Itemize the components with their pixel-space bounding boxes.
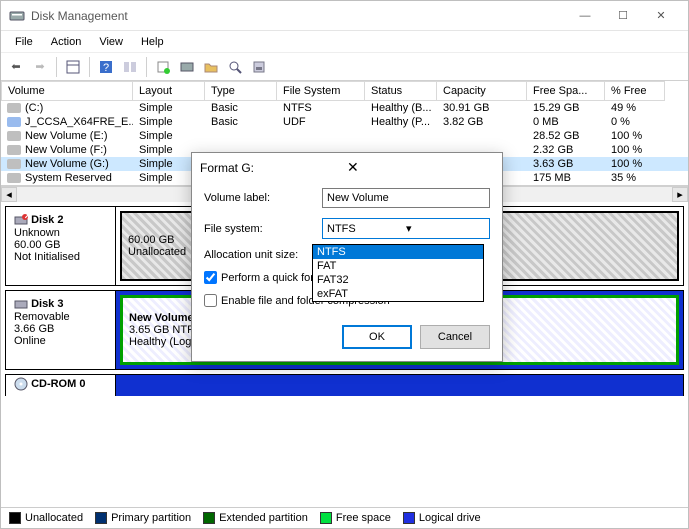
col-fs[interactable]: File System bbox=[277, 81, 365, 101]
minimize-button[interactable]: ― bbox=[566, 2, 604, 30]
disk-label: ✕ Disk 2 Unknown 60.00 GB Not Initialise… bbox=[6, 207, 116, 285]
cdrom-icon bbox=[14, 377, 28, 391]
col-free[interactable]: Free Spa... bbox=[527, 81, 605, 101]
file-system-dropdown: NTFS FAT FAT32 exFAT bbox=[312, 244, 484, 302]
menu-view[interactable]: View bbox=[91, 34, 131, 50]
allocation-unit-label: Allocation unit size: bbox=[204, 249, 314, 261]
col-pct[interactable]: % Free bbox=[605, 81, 665, 101]
disk-error-icon: ✕ bbox=[14, 213, 28, 227]
folder-icon[interactable] bbox=[200, 56, 222, 78]
volume-label-input[interactable] bbox=[322, 188, 490, 208]
toolbar-icon[interactable] bbox=[224, 56, 246, 78]
list-row[interactable]: J_CCSA_X64FRE_E...SimpleBasicUDFHealthy … bbox=[1, 115, 688, 129]
scroll-right-icon[interactable]: ▸ bbox=[672, 187, 688, 202]
toolbar-icon[interactable] bbox=[152, 56, 174, 78]
toolbar: ⬅ ➡ ? bbox=[1, 53, 688, 81]
col-type[interactable]: Type bbox=[205, 81, 277, 101]
volume-label-label: Volume label: bbox=[204, 192, 314, 204]
dropdown-option[interactable]: FAT32 bbox=[313, 273, 483, 287]
toolbar-icon[interactable] bbox=[248, 56, 270, 78]
chevron-down-icon: ▾ bbox=[406, 222, 485, 235]
menu-action[interactable]: Action bbox=[43, 34, 90, 50]
file-system-select[interactable]: NTFS ▾ bbox=[322, 218, 490, 239]
list-row[interactable]: (C:)SimpleBasicNTFSHealthy (B...30.91 GB… bbox=[1, 101, 688, 115]
back-icon[interactable]: ⬅ bbox=[5, 56, 27, 78]
forward-icon[interactable]: ➡ bbox=[29, 56, 51, 78]
svg-text:?: ? bbox=[103, 62, 109, 74]
svg-text:✕: ✕ bbox=[24, 213, 29, 222]
dropdown-option[interactable]: NTFS bbox=[313, 245, 483, 259]
dialog-title: Format G: bbox=[200, 161, 347, 175]
cancel-button[interactable]: Cancel bbox=[420, 325, 490, 349]
disk-row[interactable]: CD-ROM 0 bbox=[5, 374, 684, 396]
scroll-left-icon[interactable]: ◂ bbox=[1, 187, 17, 202]
window-title: Disk Management bbox=[31, 9, 566, 23]
col-volume[interactable]: Volume bbox=[1, 81, 133, 101]
help-icon[interactable]: ? bbox=[95, 56, 117, 78]
file-system-label: File system: bbox=[204, 223, 314, 235]
menu-help[interactable]: Help bbox=[133, 34, 172, 50]
toolbar-icon[interactable] bbox=[176, 56, 198, 78]
maximize-button[interactable]: ☐ bbox=[604, 2, 642, 30]
toolbar-icon[interactable] bbox=[62, 56, 84, 78]
col-capacity[interactable]: Capacity bbox=[437, 81, 527, 101]
menubar: File Action View Help bbox=[1, 31, 688, 53]
dropdown-option[interactable]: FAT bbox=[313, 259, 483, 273]
dialog-close-icon[interactable]: ✕ bbox=[347, 159, 494, 176]
disk-label: CD-ROM 0 bbox=[6, 375, 116, 396]
titlebar: Disk Management ― ☐ ✕ bbox=[1, 1, 688, 31]
disk-icon bbox=[14, 297, 28, 311]
col-status[interactable]: Status bbox=[365, 81, 437, 101]
app-icon bbox=[9, 8, 25, 24]
legend: Unallocated Primary partition Extended p… bbox=[1, 507, 688, 528]
dropdown-option[interactable]: exFAT bbox=[313, 287, 483, 301]
toolbar-icon[interactable] bbox=[119, 56, 141, 78]
close-button[interactable]: ✕ bbox=[642, 2, 680, 30]
col-layout[interactable]: Layout bbox=[133, 81, 205, 101]
menu-file[interactable]: File bbox=[7, 34, 41, 50]
column-headers: Volume Layout Type File System Status Ca… bbox=[1, 81, 688, 101]
list-row[interactable]: New Volume (E:)Simple28.52 GB100 % bbox=[1, 129, 688, 143]
disk-label: Disk 3 Removable 3.66 GB Online bbox=[6, 291, 116, 369]
ok-button[interactable]: OK bbox=[342, 325, 412, 349]
